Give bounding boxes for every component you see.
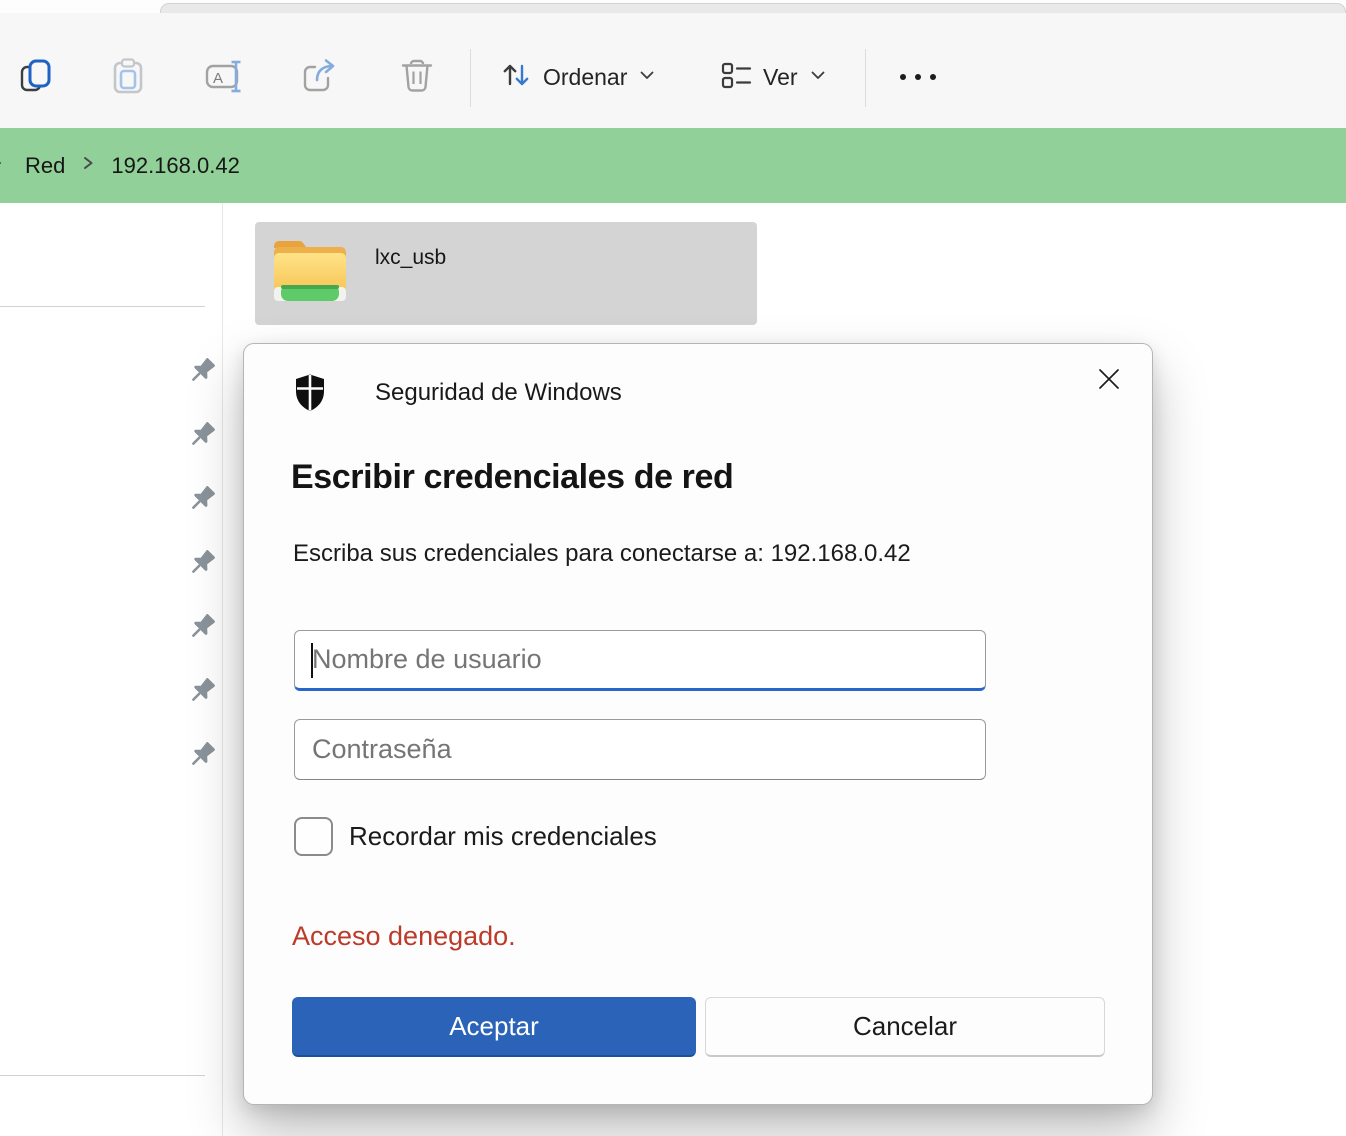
chevron-down-icon: [809, 66, 827, 89]
sort-menu-button[interactable]: Ordenar: [500, 51, 656, 103]
pin-icon: [185, 482, 219, 516]
paste-icon: [108, 56, 148, 99]
file-name: lxc_usb: [375, 246, 446, 270]
pin-icon: [185, 738, 219, 772]
remember-label: Recordar mis credenciales: [349, 821, 657, 852]
pin-icon: [185, 354, 219, 388]
tab-strip: [0, 0, 1346, 13]
share-icon: [300, 56, 340, 99]
chevron-right-icon: [82, 154, 94, 177]
rename-button[interactable]: A: [189, 41, 261, 113]
folder-icon: [269, 236, 351, 317]
trash-icon: [397, 56, 437, 99]
error-message: Acceso denegado.: [292, 921, 516, 952]
dialog-subheading: Escriba sus credenciales para conectarse…: [293, 540, 911, 568]
remember-checkbox[interactable]: [294, 817, 333, 856]
text-caret: [311, 643, 313, 678]
windows-security-dialog: Seguridad de Windows Escribir credencial…: [243, 343, 1153, 1105]
sidebar-pins: [185, 354, 219, 802]
sidebar-section-divider: [0, 306, 205, 307]
file-item-lxc-usb[interactable]: lxc_usb: [255, 222, 757, 325]
pin-icon: [185, 546, 219, 580]
svg-text:A: A: [213, 70, 223, 87]
view-icon: [720, 60, 752, 95]
sort-icon: [500, 59, 532, 96]
delete-button[interactable]: [381, 41, 453, 113]
sidebar-section-divider: [0, 1075, 205, 1076]
share-button[interactable]: [284, 41, 356, 113]
view-menu-button[interactable]: Ver: [720, 51, 827, 103]
breadcrumb-host[interactable]: 192.168.0.42: [111, 153, 239, 179]
address-bar[interactable]: Red 192.168.0.42: [0, 128, 1346, 203]
close-icon: [1096, 366, 1122, 395]
copy-icon: [16, 56, 56, 99]
rename-icon: A: [203, 56, 247, 99]
command-toolbar: A: [0, 13, 1346, 128]
content-area: lxc_usb Seguridad de Windows Escribir: [0, 203, 1346, 1136]
toolbar-divider: [865, 49, 866, 107]
sidebar-divider: [222, 203, 223, 1136]
password-field[interactable]: [294, 719, 986, 780]
sort-label: Ordenar: [543, 64, 627, 91]
copy-button[interactable]: [0, 41, 72, 113]
ellipsis-icon: [900, 74, 936, 80]
chevron-down-icon: [638, 66, 656, 89]
view-label: Ver: [763, 64, 798, 91]
username-field[interactable]: [294, 630, 986, 691]
breadcrumb-network[interactable]: Red: [25, 153, 65, 179]
cancel-button[interactable]: Cancelar: [705, 997, 1105, 1057]
security-shield-icon: [294, 373, 326, 417]
toolbar-divider: [470, 49, 471, 107]
chevron-right-icon: [0, 154, 8, 177]
pin-icon: [185, 418, 219, 452]
explorer-window: A: [0, 0, 1346, 1136]
pin-icon: [185, 610, 219, 644]
ok-button[interactable]: Aceptar: [292, 997, 696, 1057]
dialog-app-title: Seguridad de Windows: [375, 379, 622, 407]
dialog-heading: Escribir credenciales de red: [291, 458, 733, 497]
pin-icon: [185, 674, 219, 708]
paste-button[interactable]: [92, 41, 164, 113]
close-button[interactable]: [1087, 358, 1131, 402]
more-options-button[interactable]: [882, 41, 954, 113]
